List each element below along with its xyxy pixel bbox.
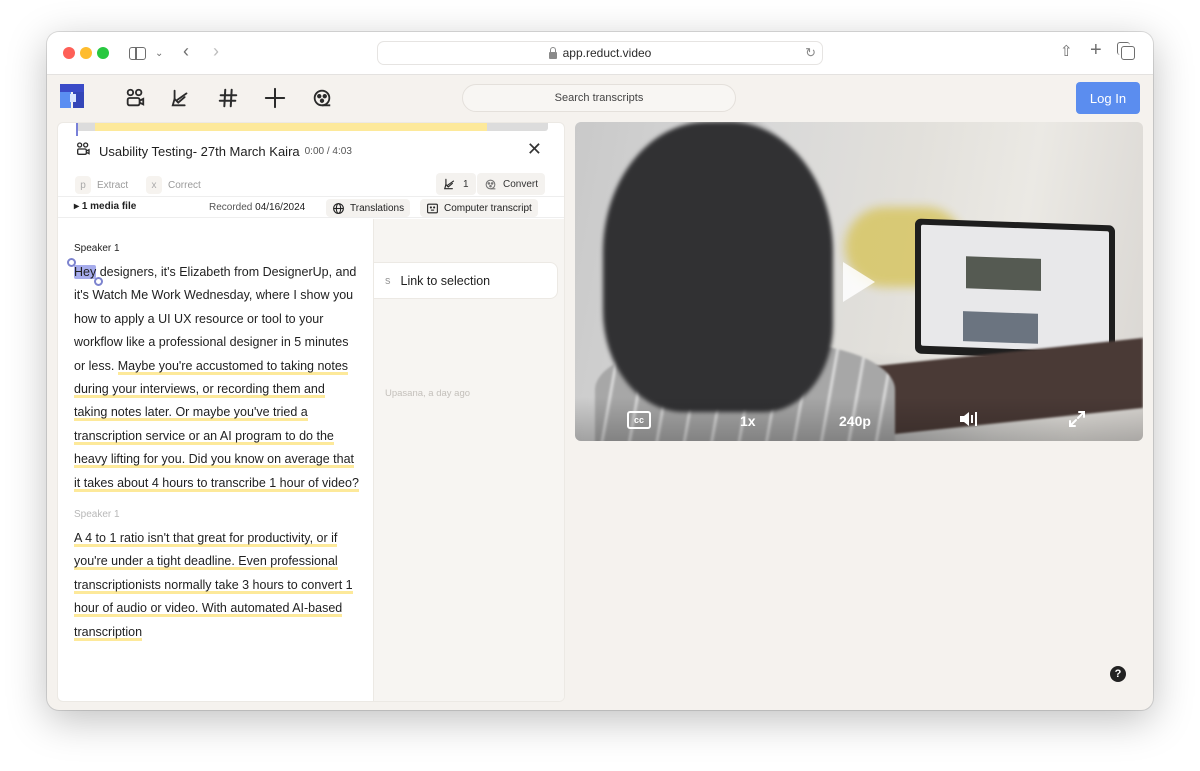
quality-button[interactable]: 240p (839, 413, 871, 429)
tabs-overview-icon[interactable] (1117, 42, 1135, 60)
extract-shortcut-key: p (75, 176, 91, 194)
highlights-button[interactable]: 1 (436, 173, 476, 195)
timeline-progress-bar[interactable] (76, 123, 548, 136)
sidebar-icon[interactable] (129, 47, 146, 60)
video-frame-hair (603, 122, 833, 412)
film-reel-icon[interactable] (310, 86, 334, 110)
link-to-selection-label: Link to selection (400, 273, 491, 288)
app-toolbar: Search transcripts Log In (47, 75, 1153, 120)
computer-transcript-label: Computer transcript (444, 202, 532, 214)
video-player[interactable]: cc 1x 240p (575, 122, 1143, 441)
timeline-progress-fill (94, 123, 487, 131)
captions-button[interactable]: cc (627, 411, 651, 429)
robot-icon (427, 203, 438, 213)
selection-start-handle[interactable] (67, 258, 76, 267)
link-shortcut-key: s (385, 274, 391, 287)
extract-button[interactable]: p Extract (75, 175, 128, 195)
correct-button[interactable]: x Correct (146, 175, 201, 195)
transcript-text: designers, it's Elizabeth from DesignerU… (74, 265, 357, 373)
highlighter-icon (443, 178, 455, 190)
translations-label: Translations (350, 202, 405, 214)
convert-button[interactable]: Convert (477, 173, 546, 195)
speaker-label[interactable]: Speaker 1 (74, 243, 373, 254)
share-icon[interactable]: ⇧ (1060, 42, 1073, 62)
recorded-date: Recorded 04/16/2024 (209, 202, 305, 213)
translations-button[interactable]: Translations (326, 199, 411, 217)
highlighted-text[interactable]: Maybe you're accustomed to taking notes … (74, 358, 359, 492)
highlighted-text[interactable]: A 4 to 1 ratio isn't that great for prod… (74, 531, 353, 641)
playhead[interactable] (76, 123, 78, 136)
transcript-card: Usability Testing- 27th March Kaira 0:00… (57, 122, 565, 702)
close-window-button[interactable] (63, 47, 75, 59)
card-header: Usability Testing- 27th March Kaira 0:00… (75, 141, 352, 161)
transcript-body[interactable]: Speaker 1 Hey designers, it's Elizabeth … (58, 219, 373, 701)
recorded-date-value: 04/16/2024 (255, 202, 306, 213)
address-bar[interactable]: app.reduct.video ↻ (377, 41, 823, 65)
search-placeholder: Search transcripts (554, 92, 644, 104)
media-files-toggle[interactable]: ▸ 1 media file (74, 201, 136, 212)
people-icon[interactable] (123, 86, 147, 110)
reload-icon[interactable]: ↻ (805, 45, 816, 61)
computer-transcript-button[interactable]: Computer transcript (420, 199, 538, 217)
film-reel-icon (485, 179, 496, 189)
play-icon[interactable] (843, 262, 875, 302)
close-icon[interactable]: ✕ (527, 139, 542, 159)
back-icon[interactable]: ‹ (183, 41, 189, 61)
meta-row: ▸ 1 media file Recorded 04/16/2024 Trans… (58, 196, 564, 218)
transcript-paragraph[interactable]: Hey designers, it's Elizabeth from Desig… (67, 258, 359, 495)
login-button[interactable]: Log In (1076, 82, 1140, 114)
highlights-count: 1 (463, 178, 469, 190)
speaker-label[interactable]: Speaker 1 (74, 509, 373, 520)
comment-author: Upasana, a day ago (385, 388, 471, 399)
selection-end-handle[interactable] (94, 277, 104, 286)
correct-shortcut-key: x (146, 176, 162, 194)
reduct-logo[interactable] (60, 84, 84, 108)
project-title[interactable]: Usability Testing- 27th March Kaira (99, 144, 300, 159)
browser-window: ⌄ ‹ › app.reduct.video ↻ ⇧ + Search tran… (47, 32, 1153, 710)
search-transcripts-input[interactable]: Search transcripts (462, 84, 736, 112)
transcript-paragraph[interactable]: A 4 to 1 ratio isn't that great for prod… (74, 527, 359, 644)
extract-label: Extract (97, 179, 129, 191)
new-tab-icon[interactable]: + (1090, 40, 1102, 60)
zoom-window-button[interactable] (97, 47, 109, 59)
playback-time: 0:00 / 4:03 (304, 145, 352, 157)
minimize-window-button[interactable] (80, 47, 92, 59)
convert-label: Convert (503, 178, 539, 190)
link-to-selection-button[interactable]: s Link to selection (374, 262, 558, 299)
plus-icon[interactable] (263, 86, 287, 110)
fullscreen-icon[interactable] (1068, 410, 1086, 431)
url-text: app.reduct.video (562, 46, 652, 60)
video-controls: cc 1x 240p (575, 397, 1143, 441)
recorded-label: Recorded (209, 202, 253, 213)
globe-icon (333, 202, 344, 214)
playback-speed-button[interactable]: 1x (740, 413, 756, 429)
volume-icon[interactable] (959, 410, 979, 431)
forward-icon[interactable]: › (213, 41, 219, 61)
help-button[interactable]: ? (1110, 666, 1126, 682)
hashtag-icon[interactable] (216, 86, 240, 110)
lock-icon (548, 46, 557, 59)
people-icon (75, 141, 91, 162)
selected-word-text: Hey (74, 265, 97, 279)
correct-label: Correct (168, 179, 201, 191)
chevron-down-icon[interactable]: ⌄ (155, 44, 163, 64)
browser-chrome: ⌄ ‹ › app.reduct.video ↻ ⇧ + (47, 32, 1153, 75)
video-frame-laptop (915, 218, 1115, 361)
comments-column: s Link to selection Upasana, a day ago (373, 219, 564, 701)
media-files-label: 1 media file (81, 201, 137, 212)
selected-word[interactable]: Hey (67, 258, 104, 286)
highlighter-icon[interactable] (169, 86, 193, 110)
